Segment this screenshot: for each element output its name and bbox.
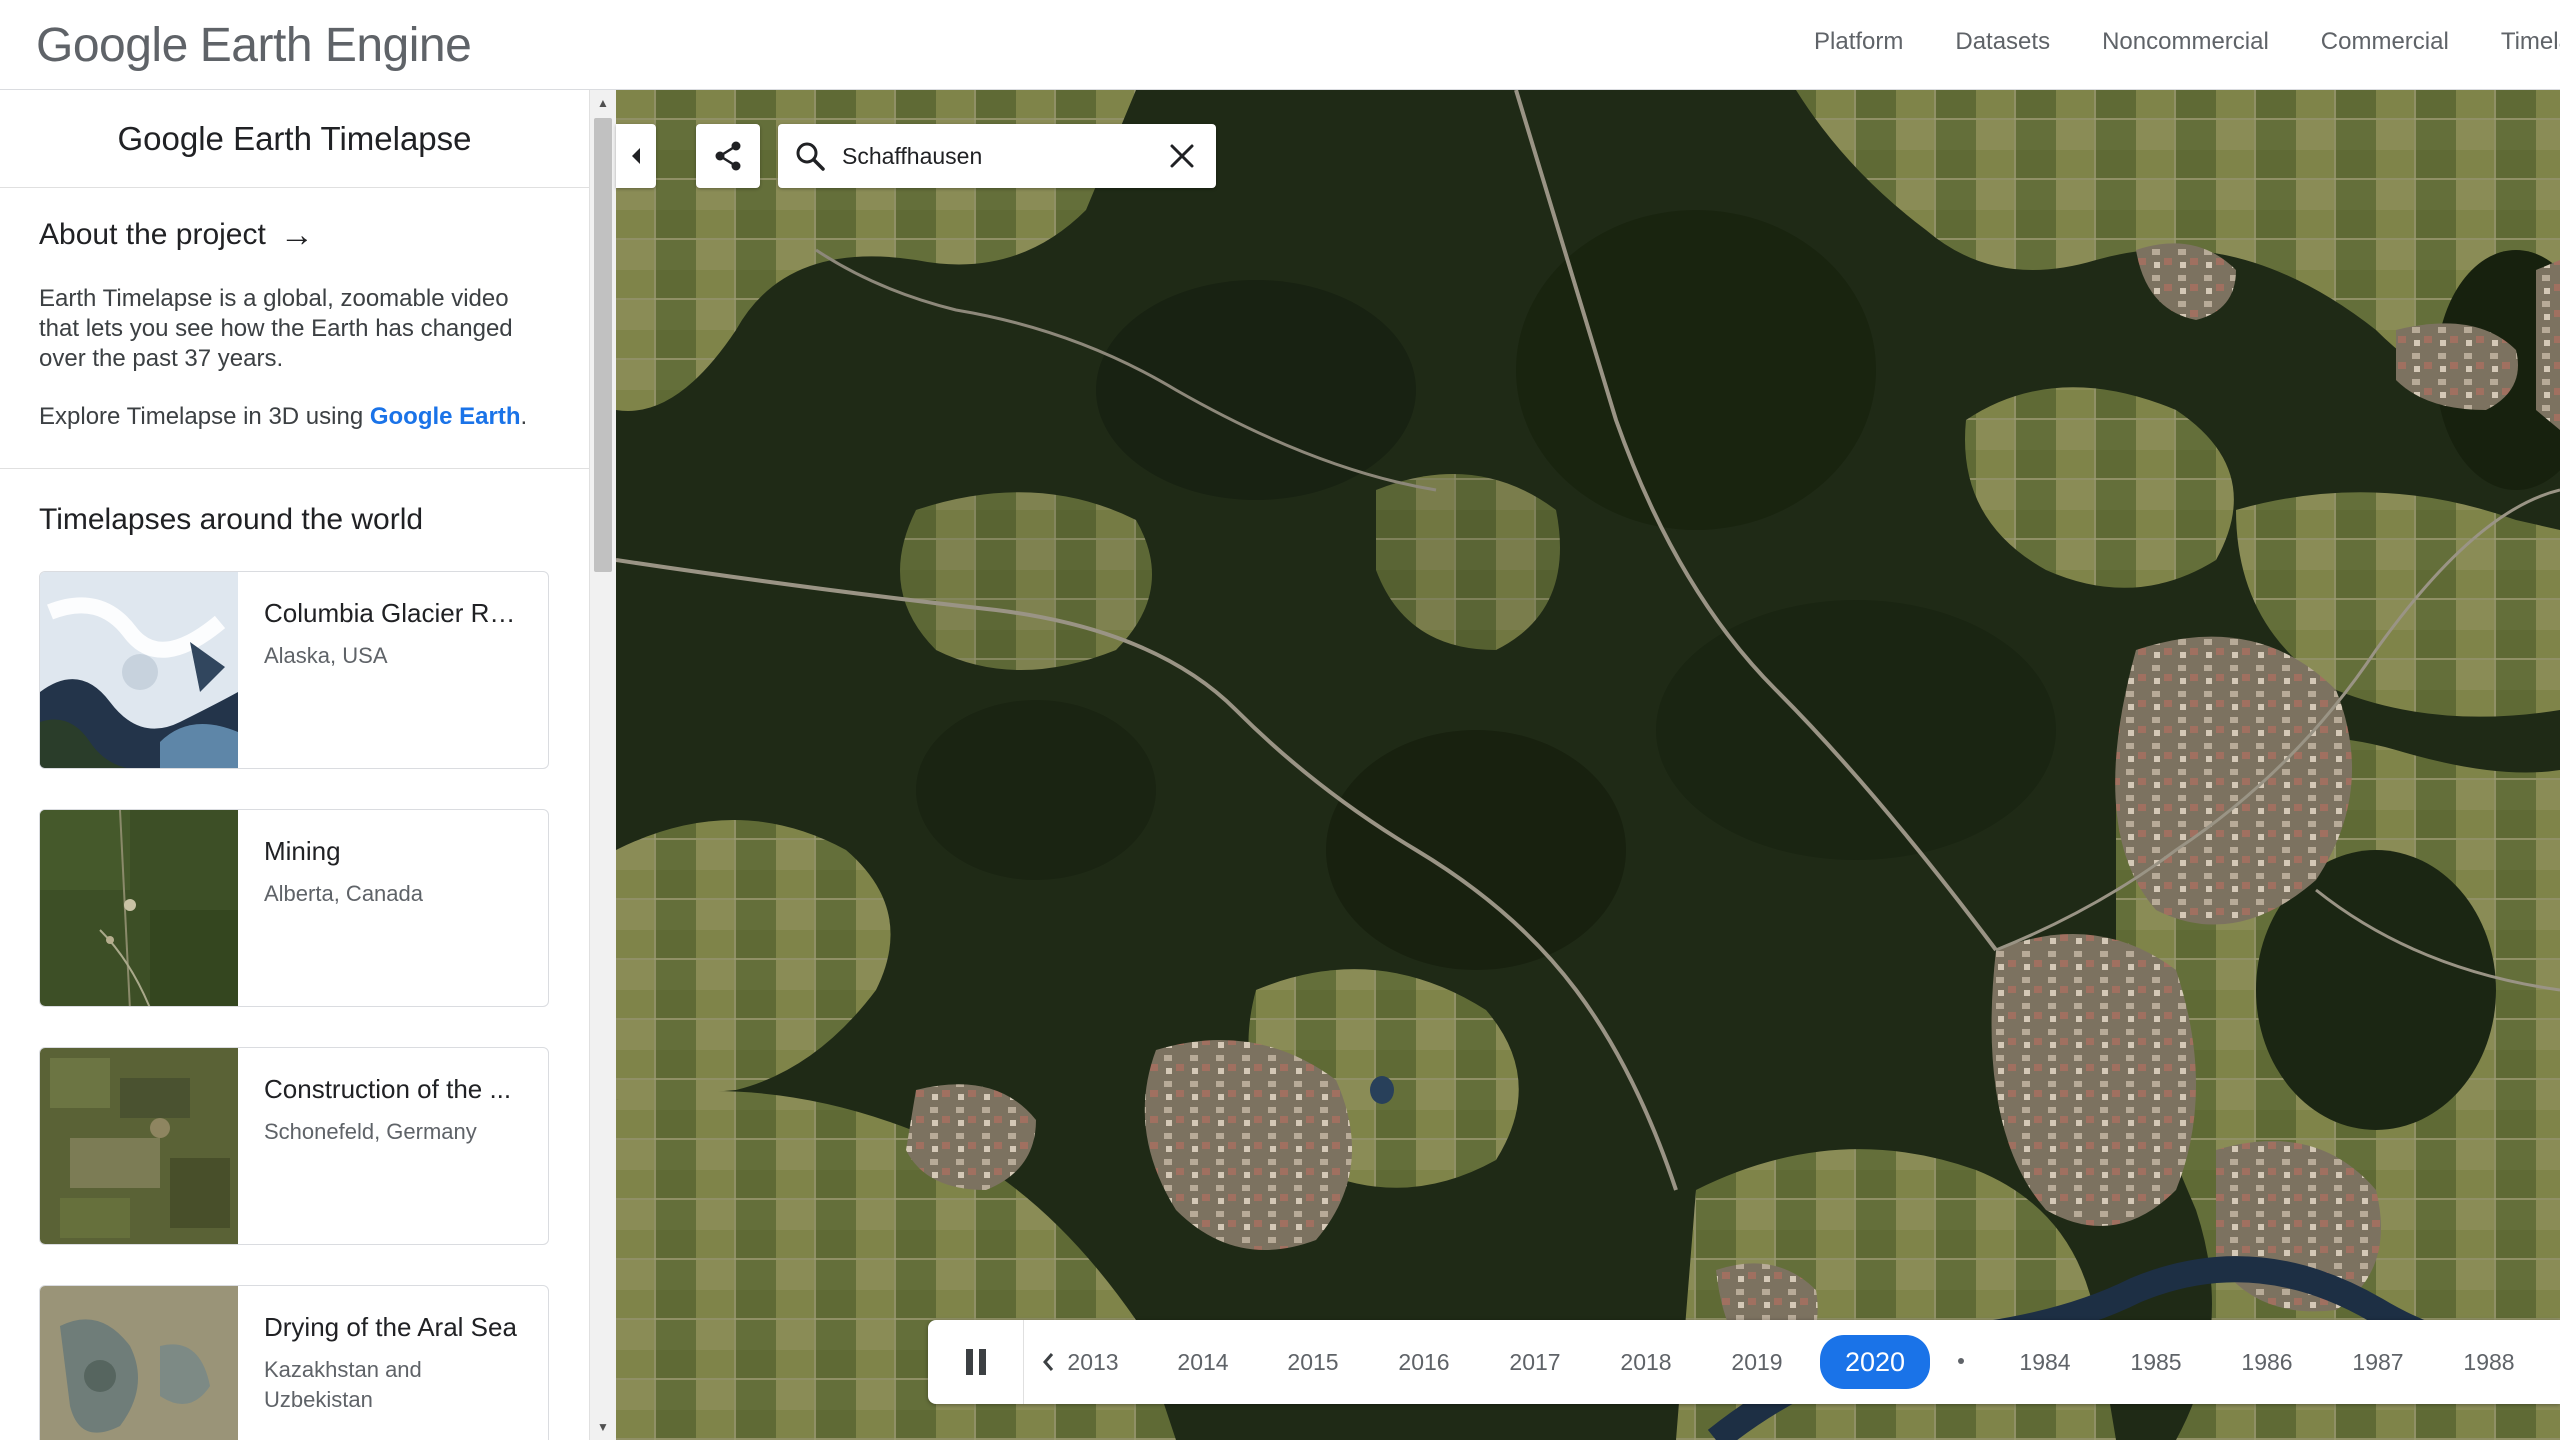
nav-timelapse[interactable]: Timelapse — [2501, 28, 2560, 56]
search-input[interactable] — [842, 142, 1152, 170]
timelapse-card-aral-sea[interactable]: Drying of the Aral Sea Kazakhstan and Uz… — [39, 1285, 549, 1440]
construction-thumbnail — [40, 1048, 238, 1244]
timelapse-card-mining[interactable]: Mining Alberta, Canada — [39, 809, 549, 1007]
scroll-thumb[interactable] — [594, 118, 612, 572]
share-button[interactable] — [696, 124, 760, 188]
card-title: Mining — [264, 836, 341, 866]
google-earth-link[interactable]: Google Earth — [370, 403, 521, 430]
logo-product-text: Earth Engine — [199, 19, 472, 72]
timelapses-section: Timelapses around the world Columbia Gla… — [0, 469, 589, 1440]
card-title: Drying of the Aral Sea — [264, 1312, 517, 1342]
satellite-map[interactable] — [616, 90, 2560, 1440]
year-2014[interactable]: 2014 — [1158, 1342, 1248, 1382]
card-text: Columbia Glacier Ret... Alaska, USA — [238, 572, 548, 768]
about-project-link[interactable]: About the project → — [39, 218, 550, 252]
card-title: Construction of the ... — [264, 1074, 512, 1104]
glacier-thumbnail — [40, 572, 238, 768]
pause-button[interactable] — [928, 1320, 1024, 1404]
clear-search-button[interactable] — [1152, 124, 1212, 188]
arrow-right-icon: → — [279, 216, 314, 254]
year-1984[interactable]: 1984 — [2000, 1342, 2090, 1382]
nav-datasets[interactable]: Datasets — [1955, 28, 2050, 56]
pause-icon — [965, 1349, 986, 1375]
explore-text: Explore Timelapse in 3D using Google Ear… — [39, 402, 550, 432]
card-text: Construction of the ... Schonefeld, Germ… — [238, 1048, 531, 1244]
year-1985[interactable]: 1985 — [2111, 1342, 2201, 1382]
year-2013[interactable]: 2013 — [1048, 1342, 1138, 1382]
card-text: Mining Alberta, Canada — [238, 810, 443, 1006]
sidebar-title: Google Earth Timelapse — [0, 90, 589, 188]
sidebar: Google Earth Timelapse About the project… — [0, 90, 590, 1440]
timeline-separator-dot — [1958, 1358, 1964, 1364]
satellite-imagery — [616, 90, 2560, 1440]
about-section: About the project → Earth Timelapse is a… — [0, 188, 589, 469]
top-header: Google Earth Engine Platform Datasets No… — [0, 0, 2560, 90]
share-icon — [715, 141, 741, 171]
year-2016[interactable]: 2016 — [1379, 1342, 1469, 1382]
about-heading: About the project — [39, 218, 266, 251]
scroll-up-arrow-icon[interactable]: ▲ — [590, 90, 616, 116]
card-subtitle: Alberta, Canada — [264, 881, 423, 906]
logo-google-text: Google — [36, 19, 188, 72]
card-subtitle: Kazakhstan and Uzbekistan — [264, 1357, 422, 1412]
nav-platform[interactable]: Platform — [1814, 28, 1903, 56]
card-subtitle: Schonefeld, Germany — [264, 1119, 477, 1144]
location-search — [778, 124, 1216, 188]
scroll-down-arrow-icon[interactable]: ▼ — [590, 1414, 616, 1440]
year-1988[interactable]: 1988 — [2444, 1342, 2534, 1382]
timelapses-heading: Timelapses around the world — [39, 503, 424, 536]
aral-sea-thumbnail — [40, 1286, 238, 1440]
timelapse-card-construction[interactable]: Construction of the ... Schonefeld, Germ… — [39, 1047, 549, 1245]
year-1987[interactable]: 1987 — [2333, 1342, 2423, 1382]
about-body: Earth Timelapse is a global, zoomable vi… — [39, 285, 513, 372]
mining-thumbnail — [40, 810, 238, 1006]
card-title: Columbia Glacier Ret... — [264, 598, 528, 628]
top-nav: Platform Datasets Noncommercial Commerci… — [1814, 28, 2560, 56]
card-text: Drying of the Aral Sea Kazakhstan and Uz… — [238, 1286, 548, 1440]
explore-suffix: . — [520, 403, 528, 430]
search-icon — [778, 124, 842, 188]
collapse-sidebar-button[interactable] — [616, 124, 656, 188]
earth-engine-logo[interactable]: Google Earth Engine — [36, 18, 472, 72]
year-2017[interactable]: 2017 — [1490, 1342, 1580, 1382]
year-2019[interactable]: 2019 — [1712, 1342, 1802, 1382]
explore-prefix: Explore Timelapse in 3D using — [39, 403, 370, 430]
caret-left-icon — [632, 148, 640, 164]
year-1986[interactable]: 1986 — [2222, 1342, 2312, 1382]
year-timeline: 2013 2014 2015 2016 2017 2018 2019 2020 … — [928, 1320, 2560, 1404]
close-icon — [1170, 144, 1194, 168]
sidebar-scrollbar[interactable]: ▲ ▼ — [590, 90, 616, 1440]
nav-commercial[interactable]: Commercial — [2321, 28, 2449, 56]
card-subtitle: Alaska, USA — [264, 643, 388, 668]
year-2018[interactable]: 2018 — [1601, 1342, 1691, 1382]
nav-noncommercial[interactable]: Noncommercial — [2102, 28, 2269, 56]
year-2020-selected[interactable]: 2020 — [1820, 1335, 1930, 1389]
year-2015[interactable]: 2015 — [1268, 1342, 1358, 1382]
timelapse-card-columbia-glacier[interactable]: Columbia Glacier Ret... Alaska, USA — [39, 571, 549, 769]
